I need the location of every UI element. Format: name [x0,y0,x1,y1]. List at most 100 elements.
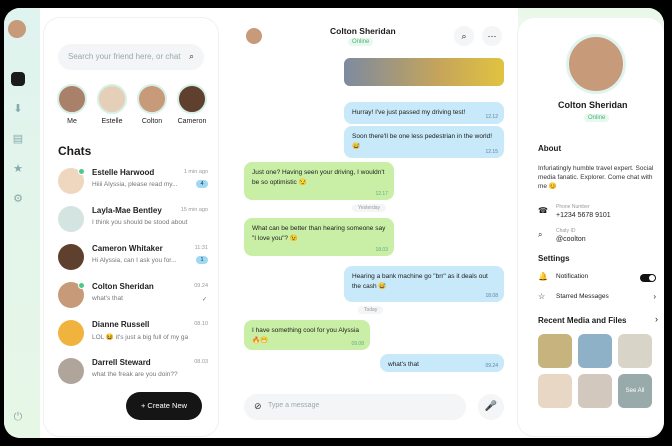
chat-time: 08.10 [194,321,208,327]
message-time: 18.08 [485,292,498,299]
chat-time: 15 min ago [180,207,208,213]
chat-row[interactable]: Cameron Whitaker Hi Alyssia, can I ask y… [54,240,212,276]
shared-image[interactable] [344,58,504,86]
media-thumb[interactable] [578,374,612,408]
notification-label: Notification [556,273,589,280]
chevron-right-icon[interactable]: › [655,314,658,324]
avatar[interactable] [246,28,262,44]
chat-time: 1 min ago [183,169,208,175]
message-bubble[interactable]: Just one? Having seen your driving, I wo… [244,162,394,200]
online-dot [78,282,85,289]
phone-field: ☎ Phone Number +1234 5678 9101 [538,204,658,220]
chat-row[interactable]: Colton Sheridan what's that 09.24 ✓ [54,278,212,314]
user-avatar[interactable] [8,20,26,38]
star-icon[interactable]: ★ [11,162,25,176]
unread-badge: 4 [196,180,208,188]
chats-icon[interactable] [11,72,25,86]
attach-icon[interactable]: ⊘ [254,401,262,412]
chat-preview: LOL 😆 it's just a big full of my ga... [92,334,188,341]
chats-heading: Chats [58,144,92,158]
read-check-icon: ✓ [201,297,207,303]
message-bubble[interactable]: Soon there'll be one less pedestrian in … [344,126,504,158]
message-input[interactable]: ⊘ Type a message [244,394,466,420]
chat-time: 09.24 [194,283,208,289]
story-estelle[interactable]: Estelle [94,84,130,125]
message-text: I have something cool for you Alyssia 🔥😁 [252,327,359,344]
see-all-button[interactable]: See All [618,374,652,408]
conversation-header: Colton Sheridan Online ⌕ ⋯ [224,8,520,52]
chat-row[interactable]: Layla-Mae Bentley I think you should be … [54,202,212,238]
chat-preview: Hiiii Alyssia, please read my... [92,181,178,188]
chat-name: Layla-Mae Bentley [92,206,162,215]
notification-row[interactable]: 🔔 Notification [538,270,662,286]
media-heading: Recent Media and Files [538,316,627,325]
chevron-right-icon: › [653,292,656,301]
message-bubble[interactable]: What can be better than hearing someone … [244,218,394,256]
nav-rail: ⬇ ▤ ★ ⚙ ⏻ [4,8,40,438]
message-bubble[interactable]: Hearing a bank machine go "brr" as it de… [344,266,504,302]
media-thumb[interactable] [538,374,572,408]
starred-label: Starred Messages [556,293,609,300]
notification-toggle[interactable] [640,274,656,282]
files-icon[interactable]: ▤ [11,132,25,146]
message-bubble[interactable]: what's that 09.24 [380,354,504,372]
gear-icon[interactable]: ⚙ [11,192,25,206]
profile-bio: Infuriatingly humble travel expert. Soci… [538,165,654,191]
composer-placeholder: Type a message [268,402,320,409]
message-text: Just one? Having seen your driving, I wo… [252,169,385,186]
media-thumb[interactable] [618,334,652,368]
chat-time: 11:31 [194,245,208,251]
starred-icon: ☆ [538,292,546,301]
story-avatar [57,84,87,114]
profile-name: Colton Sheridan [558,100,628,110]
message-text: what's that [388,361,419,368]
avatar [58,206,84,232]
chat-list-panel: Search your friend here, or chat ⌕ Me Es… [44,18,218,436]
app-window: ⬇ ▤ ★ ⚙ ⏻ Search your friend here, or ch… [4,8,664,438]
story-colton[interactable]: Colton [134,84,170,125]
chat-name: Estelle Harwood [92,168,155,177]
story-avatar [177,84,207,114]
chat-row[interactable]: Dianne Russell LOL 😆 it's just a big ful… [54,316,212,352]
story-me[interactable]: Me [54,84,90,125]
profile-panel: Colton Sheridan Online About Infuriating… [518,18,664,436]
logout-icon[interactable]: ⏻ [11,410,25,424]
message-time: 12.17 [375,190,388,197]
avatar [58,358,84,384]
message-bubble[interactable]: Hurray! I've just passed my driving test… [344,102,504,124]
media-thumb[interactable] [578,334,612,368]
status-badge: Online [584,114,610,122]
chat-preview: Hi Alyssia, can I ask you for... [92,257,177,264]
message-time: 09.24 [485,362,498,369]
starred-row[interactable]: ☆ Starred Messages › [538,290,662,306]
message-time: 18.03 [375,246,388,253]
media-thumb[interactable] [538,334,572,368]
about-heading: About [538,144,562,153]
chat-row[interactable]: Darrell Steward what the freak are you d… [54,354,212,390]
search-placeholder: Search your friend here, or chat [68,52,181,61]
download-icon[interactable]: ⬇ [11,102,25,116]
avatar [58,320,84,346]
chat-name: Darrell Steward [92,358,151,367]
profile-avatar [566,34,626,94]
chat-row[interactable]: Estelle Harwood Hiiii Alyssia, please re… [54,164,212,200]
story-cameron[interactable]: Cameron [174,84,210,125]
create-new-button[interactable]: + Create New [126,392,202,420]
bell-icon: 🔔 [538,272,548,281]
chat-name: Dianne Russell [92,320,150,329]
search-input[interactable]: Search your friend here, or chat ⌕ [58,44,204,70]
message-text: Hurray! I've just passed my driving test… [352,109,466,116]
message-time: 12.12 [485,114,498,121]
story-avatar [97,84,127,114]
story-name: Estelle [101,118,123,125]
story-avatar [137,84,167,114]
unread-badge: 1 [196,256,208,264]
chat-preview: what's that [92,295,123,302]
message-text: Hearing a bank machine go "brr" as it de… [352,273,488,290]
more-icon[interactable]: ⋯ [482,26,502,46]
chat-id-value: @coolton [556,236,586,243]
message-time: 09.08 [351,340,364,347]
search-icon[interactable]: ⌕ [454,26,474,46]
microphone-icon[interactable]: 🎤 [478,394,504,420]
message-bubble[interactable]: I have something cool for you Alyssia 🔥😁… [244,320,370,350]
